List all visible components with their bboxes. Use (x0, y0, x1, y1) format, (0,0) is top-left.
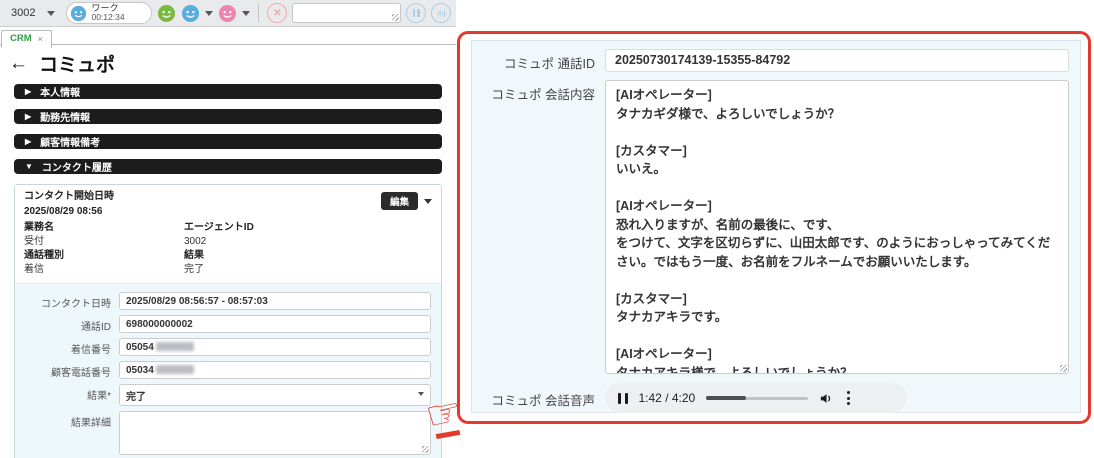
field-label: コンタクト日時 (41, 299, 111, 310)
agent-face-icon (71, 5, 87, 21)
accordion-label: 顧客情報備考 (40, 138, 101, 149)
field-label: エージェントID (184, 222, 254, 233)
back-arrow-icon[interactable]: ← (9, 53, 28, 75)
audio-progress-played (706, 396, 746, 400)
field-value: 着信 (24, 264, 44, 275)
incoming-number-input[interactable]: 05054 (119, 338, 431, 356)
masked-digits (155, 365, 194, 375)
summary-columns: 業務名 受付 通話種別 着信 エージェントID 3002 結果 完了 (24, 221, 432, 277)
field-label: コミュポ 通話ID (504, 57, 595, 71)
callout-detail-box: コミュポ 通話ID 20250730174139-15355-84792 コミュ… (457, 31, 1091, 424)
page-title: コミュポ (39, 55, 116, 76)
audio-wave-icon (436, 9, 445, 17)
app-screen: 3002 ワーク 00:12:34 ✕ CRM × ← コミュポ ▶ 本人情報 … (0, 0, 1094, 458)
contact-history-panel: コンタクト開始日時 2025/08/29 08:56 業務名 受付 通話種別 着… (14, 184, 442, 458)
audio-button[interactable] (431, 3, 451, 23)
resize-grip-icon[interactable] (1060, 365, 1067, 372)
chevron-down-icon (47, 10, 56, 16)
accordion-customer-notes[interactable]: ▶ 顧客情報備考 (14, 134, 442, 149)
accordion-label: 勤務先情報 (40, 113, 91, 124)
page-header: ← コミュポ (0, 45, 456, 82)
tab-crm[interactable]: CRM × (1, 30, 52, 48)
caret-right-icon: ▶ (25, 111, 32, 121)
audio-time-display: 1:42 / 4:20 (638, 391, 696, 405)
status-busy-dropdown-icon[interactable] (242, 10, 251, 16)
status-busy-icon[interactable] (218, 4, 237, 23)
call-id-input[interactable]: 698000000002 (119, 315, 431, 333)
field-value: 完了 (184, 264, 204, 275)
caret-right-icon: ▶ (25, 136, 32, 146)
tab-bar: CRM × (0, 27, 456, 48)
accordion-personal-info[interactable]: ▶ 本人情報 (14, 84, 442, 99)
pause-button[interactable] (618, 392, 628, 404)
hold-button[interactable] (406, 3, 426, 23)
pause-icon (412, 9, 420, 17)
contact-start-value[interactable]: 2025/08/29 08:56 (24, 205, 432, 220)
result-detail-textarea[interactable] (119, 411, 431, 455)
result-select[interactable]: 完了 (119, 384, 431, 406)
audio-progress-track[interactable] (706, 396, 809, 400)
field-label: コミュポ 会話内容 (491, 88, 595, 102)
field-label: 通話ID (81, 322, 111, 333)
toolbar-divider (258, 4, 260, 22)
field-label: 通話種別 (24, 250, 64, 261)
audio-player: 1:42 / 4:20 (605, 383, 907, 413)
extension-select[interactable]: 3002 (5, 7, 61, 19)
callout-detail-content: コミュポ 通話ID 20250730174139-15355-84792 コミュ… (471, 40, 1081, 413)
field-value: 3002 (184, 236, 207, 247)
contact-datetime-input[interactable]: 2025/08/29 08:56:57 - 08:57:03 (119, 292, 431, 310)
accordion-label: コンタクト履歴 (41, 163, 112, 174)
summary-col-1: 業務名 受付 通話種別 着信 (24, 221, 184, 277)
status-work-dropdown-icon[interactable] (205, 10, 214, 16)
contact-summary: コンタクト開始日時 2025/08/29 08:56 業務名 受付 通話種別 着… (15, 185, 441, 284)
field-label: 顧客電話番号 (51, 368, 111, 379)
accordion-list: ▶ 本人情報 ▶ 勤務先情報 ▶ 顧客情報備考 ▼ コンタクト履歴 (0, 82, 456, 174)
contact-form: コンタクト日時 2025/08/29 08:56:57 - 08:57:03 通… (15, 284, 441, 458)
field-label: 業務名 (24, 222, 54, 233)
summary-col-2: エージェントID 3002 結果 完了 (184, 221, 254, 277)
caret-right-icon: ▶ (25, 86, 32, 96)
tab-close-icon[interactable]: × (38, 34, 43, 44)
resize-grip-icon (392, 14, 399, 21)
extension-number: 3002 (11, 7, 36, 19)
accordion-label: 本人情報 (40, 88, 81, 99)
status-work-icon[interactable] (181, 4, 200, 23)
agent-status-pill[interactable]: ワーク 00:12:34 (66, 2, 153, 24)
agent-status-timer: 00:12:34 (91, 12, 125, 23)
accordion-workplace-info[interactable]: ▶ 勤務先情報 (14, 109, 442, 124)
detail-call-id-input[interactable]: 20250730174139-15355-84792 (605, 49, 1069, 72)
customer-phone-input[interactable]: 05034 (119, 361, 431, 379)
agent-status-text: ワーク 00:12:34 (91, 3, 124, 23)
volume-button[interactable] (819, 391, 834, 406)
accordion-contact-history[interactable]: ▼ コンタクト履歴 (14, 159, 442, 174)
field-label: コミュポ 会話音声 (491, 394, 595, 408)
masked-digits (155, 342, 194, 352)
speaker-icon (821, 393, 831, 403)
crm-left-panel: 3002 ワーク 00:12:34 ✕ CRM × ← コミュポ ▶ 本人情報 … (0, 0, 456, 458)
softphone-toolbar: 3002 ワーク 00:12:34 ✕ (0, 0, 456, 27)
field-label: 結果* (87, 391, 111, 402)
edit-button[interactable]: 編集 (380, 192, 418, 210)
dial-input[interactable] (292, 3, 401, 23)
caret-down-icon: ▼ (25, 161, 33, 171)
overflow-menu-icon[interactable] (845, 389, 852, 407)
field-value: 受付 (24, 236, 44, 247)
detail-transcript-textarea[interactable]: [AIオペレーター] タナカギダ様で、よろしいでしょうか？ [カスタマー] いい… (605, 80, 1069, 374)
edit-button-group: 編集 (380, 192, 432, 210)
contact-start-label: コンタクト開始日時 (24, 191, 114, 202)
tab-crm-label: CRM (10, 33, 32, 44)
edit-dropdown-icon[interactable] (424, 198, 432, 204)
hangup-button[interactable]: ✕ (267, 3, 288, 23)
status-available-icon[interactable] (157, 4, 176, 23)
field-label: 着信番号 (71, 345, 111, 356)
field-label: 結果 (184, 250, 204, 261)
resize-grip-icon[interactable] (422, 446, 429, 453)
field-label: 結果詳細 (71, 418, 111, 429)
